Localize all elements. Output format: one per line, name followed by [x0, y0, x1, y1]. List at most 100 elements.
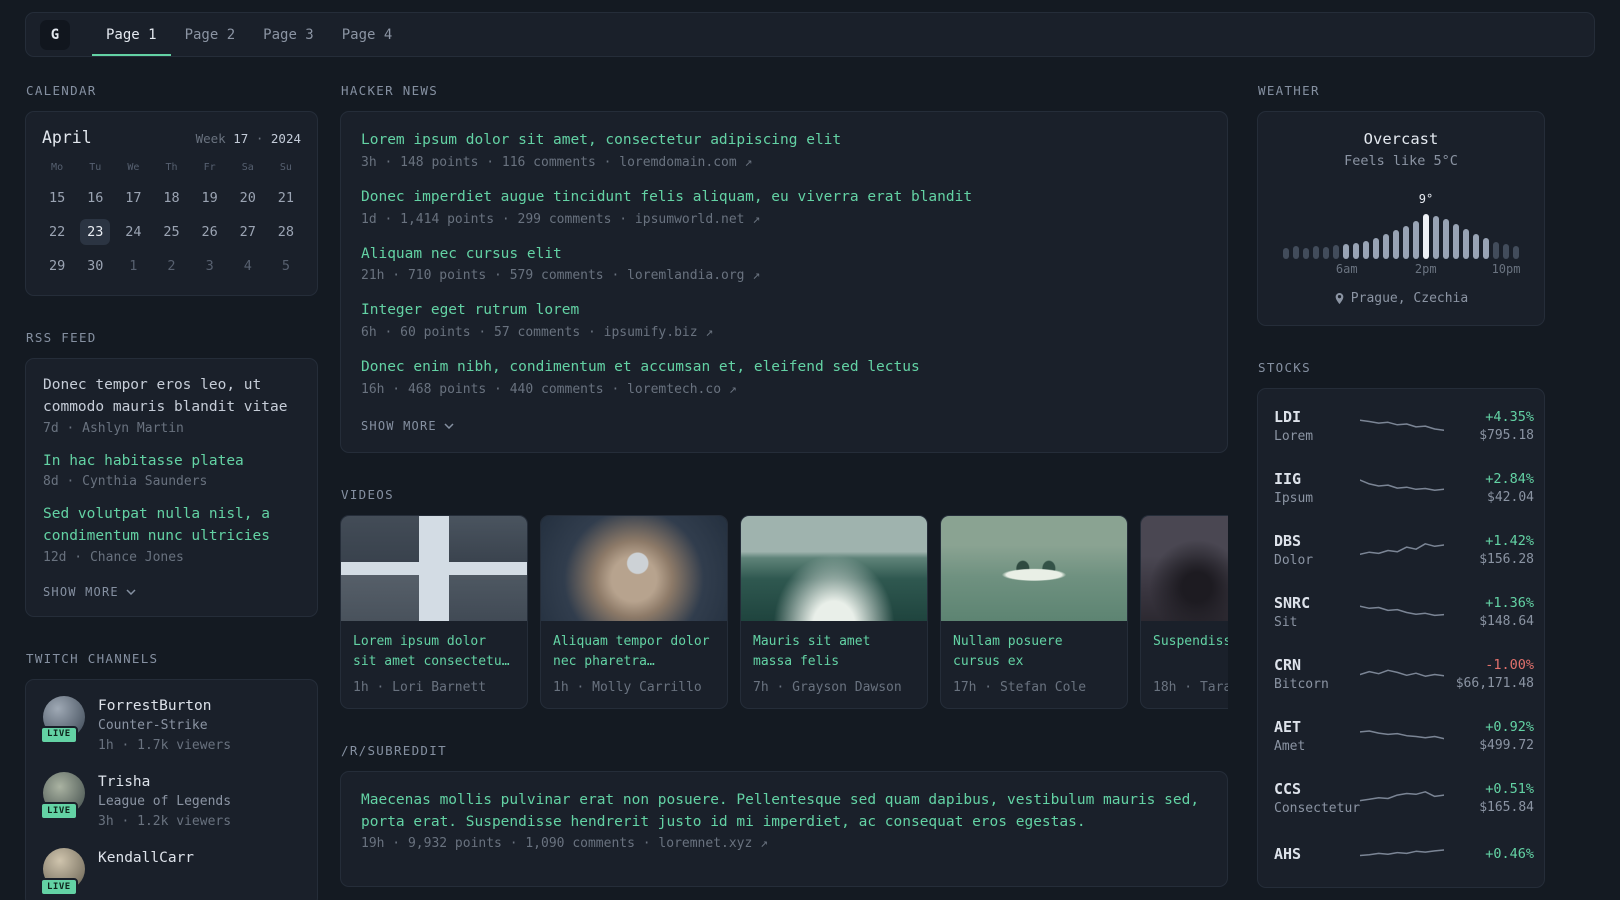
- channel-viewers: 1h · 1.7k viewers: [98, 737, 232, 753]
- video-title[interactable]: Mauris sit amet massa felis: [753, 632, 915, 672]
- story-link[interactable]: Integer eget rutrum lorem: [361, 300, 1207, 322]
- stock-price: $499.72: [1479, 738, 1534, 753]
- rss-item-link[interactable]: In hac habitasse platea: [43, 451, 300, 473]
- video-card[interactable]: Suspendisse diam 18h · Tara: [1140, 514, 1228, 709]
- rss-header: RSS FEED: [26, 330, 97, 345]
- calendar-day[interactable]: 27: [229, 219, 267, 245]
- video-title[interactable]: Suspendisse diam: [1153, 632, 1228, 672]
- channel-info: Trisha League of Legends 3h · 1.2k viewe…: [98, 772, 231, 831]
- video-card[interactable]: Nullam posuere cursus ex 17h · Stefan Co…: [940, 514, 1128, 709]
- calendar-day-next-month[interactable]: 1: [114, 253, 152, 279]
- rss-item-link[interactable]: Sed volutpat nulla nisl, a condimentum n…: [43, 504, 300, 548]
- tab-page-4[interactable]: Page 4: [328, 13, 407, 56]
- rss-item: Donec tempor eros leo, ut commodo mauris…: [43, 375, 300, 436]
- story-meta: 1d · 1,414 points · 299 comments · ipsum…: [361, 211, 761, 227]
- calendar-dow: Su: [279, 162, 292, 173]
- calendar-day[interactable]: 21: [267, 185, 305, 211]
- calendar-day-next-month[interactable]: 5: [267, 253, 305, 279]
- video-title[interactable]: Aliquam tempor dolor nec pharetra…: [553, 632, 715, 672]
- video-card[interactable]: Mauris sit amet massa felis 7h · Grayson…: [740, 514, 928, 709]
- live-badge: LIVE: [40, 878, 78, 897]
- chevron-down-icon: [126, 589, 136, 595]
- stock-sparkline: [1360, 661, 1444, 687]
- calendar-day[interactable]: 28: [267, 219, 305, 245]
- channel-name[interactable]: ForrestBurton: [98, 696, 231, 716]
- stock-id: AHS: [1274, 845, 1360, 866]
- tab-page-3[interactable]: Page 3: [249, 13, 328, 56]
- videos-carousel: Lorem ipsum dolor sit amet consectetu… 1…: [340, 514, 1228, 709]
- video-title[interactable]: Nullam posuere cursus ex: [953, 632, 1115, 672]
- calendar-day-next-month[interactable]: 4: [229, 253, 267, 279]
- calendar-day[interactable]: 16: [76, 185, 114, 211]
- story-link[interactable]: Aliquam nec cursus elit: [361, 244, 1207, 266]
- calendar-day[interactable]: 18: [152, 185, 190, 211]
- twitch-channel-row[interactable]: LIVE Trisha League of Legends 3h · 1.2k …: [40, 772, 300, 831]
- story-link[interactable]: Donec imperdiet augue tincidunt felis al…: [361, 187, 1207, 209]
- calendar-day[interactable]: 30: [76, 253, 114, 279]
- story-link[interactable]: Lorem ipsum dolor sit amet, consectetur …: [361, 130, 1207, 152]
- calendar-header: CALENDAR: [26, 83, 97, 98]
- stock-change: +0.46%: [1485, 845, 1534, 862]
- video-meta: 7h · Grayson Dawson: [753, 679, 902, 695]
- show-more-label: SHOW MORE: [361, 418, 437, 433]
- hn-show-more-button[interactable]: SHOW MORE: [361, 419, 454, 433]
- rss-item-meta: 12d · Chance Jones: [43, 549, 184, 565]
- stock-id: DBS Dolor: [1274, 532, 1360, 568]
- video-thumbnail: [1141, 515, 1228, 621]
- twitch-channel-row[interactable]: LIVE ForrestBurton Counter-Strike 1h · 1…: [40, 695, 300, 755]
- video-title[interactable]: Lorem ipsum dolor sit amet consectetu…: [353, 632, 515, 672]
- stock-name: Ipsum: [1274, 491, 1314, 506]
- stock-values: +2.84% $42.04: [1444, 471, 1534, 505]
- stock-symbol: DBS: [1274, 532, 1302, 550]
- stock-values: +0.46%: [1444, 846, 1534, 865]
- subreddit-widget: /R/SUBREDDIT Maecenas mollis pulvinar er…: [340, 743, 1228, 888]
- calendar-dow: Sa: [241, 162, 254, 173]
- calendar-day[interactable]: 26: [191, 219, 229, 245]
- live-badge: LIVE: [40, 725, 78, 744]
- video-card[interactable]: Lorem ipsum dolor sit amet consectetu… 1…: [340, 514, 528, 709]
- stock-row: LDI Lorem +4.35% $795.18: [1274, 395, 1534, 457]
- reddit-post-link[interactable]: Maecenas mollis pulvinar erat non posuer…: [361, 790, 1207, 834]
- hacker-news-widget: HACKER NEWS Lorem ipsum dolor sit amet, …: [340, 83, 1228, 453]
- chevron-down-icon: [444, 423, 454, 429]
- calendar-day[interactable]: 19: [191, 185, 229, 211]
- weather-condition: Overcast: [1363, 130, 1439, 148]
- stock-symbol: AHS: [1274, 844, 1302, 863]
- calendar-day-selected[interactable]: 23: [80, 219, 111, 245]
- dashboard-columns: CALENDAR April Week 17 · 2024 Mo Tu We T…: [0, 83, 1620, 900]
- stock-id: AET Amet: [1274, 718, 1360, 754]
- rss-item-link[interactable]: Donec tempor eros leo, ut commodo mauris…: [43, 375, 300, 419]
- story-link[interactable]: Donec enim nibh, condimentum et accumsan…: [361, 357, 1207, 379]
- calendar-day[interactable]: 20: [229, 185, 267, 211]
- channel-name[interactable]: KendallCarr: [98, 848, 194, 868]
- channel-avatar: LIVE: [40, 848, 85, 897]
- tab-page-2[interactable]: Page 2: [171, 13, 250, 56]
- page-tabs: Page 1 Page 2 Page 3 Page 4: [92, 13, 406, 56]
- calendar-day[interactable]: 29: [38, 253, 76, 279]
- tab-page-1[interactable]: Page 1: [92, 13, 171, 56]
- story-item: Donec enim nibh, condimentum et accumsan…: [361, 357, 1207, 397]
- channel-avatar: LIVE: [40, 772, 85, 821]
- calendar-day-next-month[interactable]: 2: [152, 253, 190, 279]
- video-card[interactable]: Aliquam tempor dolor nec pharetra… 1h · …: [540, 514, 728, 709]
- stock-change: +0.51%: [1485, 781, 1534, 797]
- channel-info: ForrestBurton Counter-Strike 1h · 1.7k v…: [98, 696, 231, 755]
- hacker-news-header: HACKER NEWS: [341, 83, 439, 98]
- stock-symbol: AET: [1274, 718, 1302, 736]
- calendar-day[interactable]: 17: [114, 185, 152, 211]
- rss-show-more-button[interactable]: SHOW MORE: [43, 585, 136, 599]
- calendar-day-next-month[interactable]: 3: [191, 253, 229, 279]
- calendar-day[interactable]: 22: [38, 219, 76, 245]
- stock-symbol: IIG: [1274, 470, 1302, 488]
- app-logo[interactable]: G: [40, 19, 70, 50]
- stock-id: CRN Bitcorn: [1274, 656, 1360, 692]
- calendar-week-year: Week 17 · 2024: [196, 131, 301, 146]
- calendar-day[interactable]: 15: [38, 185, 76, 211]
- stock-name: Dolor: [1274, 553, 1314, 568]
- calendar-day[interactable]: 24: [114, 219, 152, 245]
- calendar-dow: We: [127, 162, 140, 173]
- stock-row: AET Amet +0.92% $499.72: [1274, 705, 1534, 767]
- channel-name[interactable]: Trisha: [98, 772, 231, 792]
- twitch-channel-row[interactable]: LIVE KendallCarr: [40, 848, 300, 897]
- calendar-day[interactable]: 25: [152, 219, 190, 245]
